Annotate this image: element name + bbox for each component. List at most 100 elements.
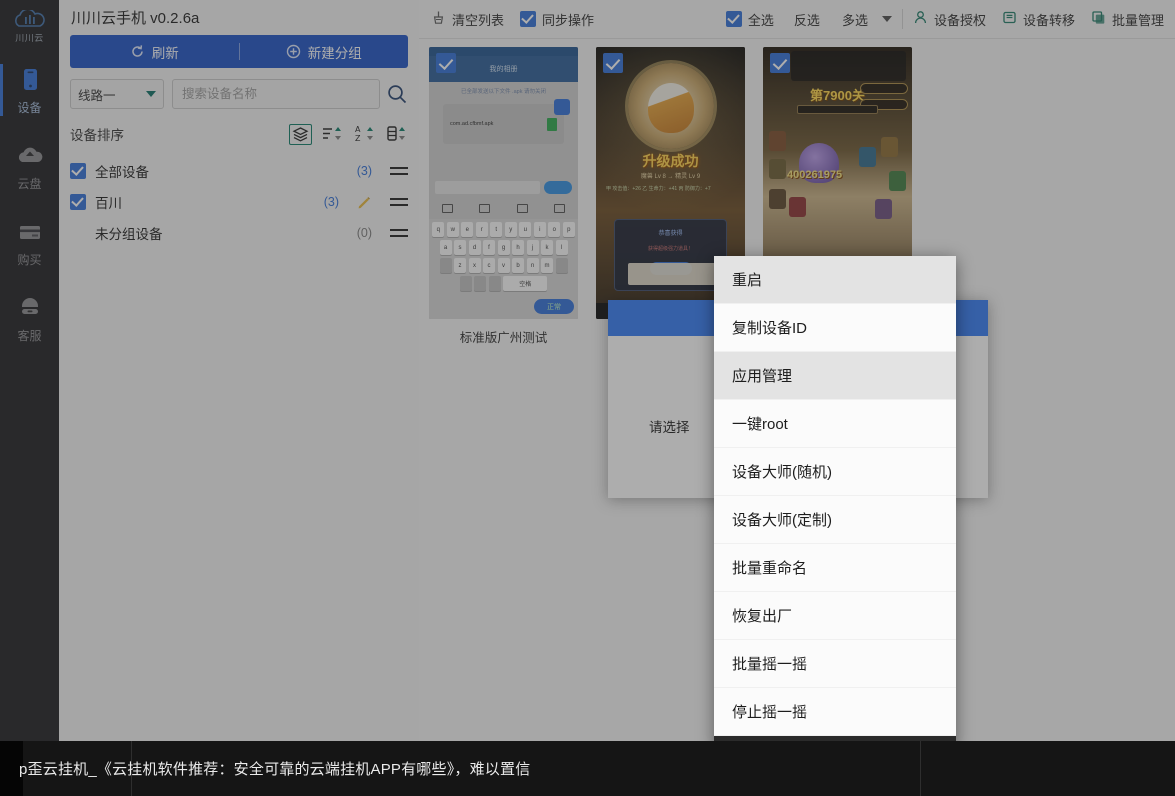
select-all-checkbox[interactable] — [725, 11, 742, 27]
game-dialog-head: 恭喜获得 — [658, 231, 683, 237]
svg-text:A: A — [355, 125, 361, 134]
sort-icon-group: A Z — [289, 123, 408, 145]
drag-handle-icon[interactable] — [390, 227, 408, 239]
group-name: 未分组设备 — [95, 226, 163, 242]
phone-avatar — [554, 99, 570, 115]
route-select[interactable]: 线路一 — [70, 79, 164, 109]
device-select-checkbox[interactable] — [770, 53, 790, 73]
backspace-key-icon — [555, 258, 568, 273]
device-select-checkbox[interactable] — [603, 53, 623, 73]
phone-send-button — [544, 181, 572, 194]
sync-checkbox[interactable] — [520, 11, 537, 27]
group-checkbox[interactable] — [70, 162, 86, 179]
clear-list-button[interactable]: 清空列表 — [431, 10, 504, 29]
group-row-baichuan[interactable]: 百川 (3) — [70, 186, 408, 217]
menu-item-app-manage[interactable]: 应用管理 — [714, 352, 956, 400]
game-dialog-msg: 获得超级强力道具！ — [647, 246, 693, 252]
game-unit — [881, 137, 898, 157]
menu-item-restart[interactable]: 重启 — [714, 256, 956, 304]
key: z — [454, 258, 466, 273]
key: r — [475, 222, 488, 237]
phone-normal-badge: 正常 — [534, 299, 574, 314]
edit-pencil-icon[interactable] — [356, 194, 372, 210]
context-menu: 重启 复制设备ID 应用管理 一键root 设备大师(随机) 设备大师(定制) … — [714, 256, 956, 748]
sort-label: 设备排序 — [70, 128, 124, 143]
rail-item-purchase[interactable]: 购买 — [0, 208, 59, 276]
sidebar-action-bar: 刷新 新建分组 — [70, 35, 408, 68]
cloud-logo-icon — [13, 8, 47, 30]
drag-handle-icon[interactable] — [390, 165, 408, 177]
sync-action-toggle[interactable]: 同步操作 — [520, 10, 594, 29]
rail-item-cloud[interactable]: 云盘 — [0, 132, 59, 200]
chevron-down-icon[interactable] — [881, 16, 892, 22]
game-damage-number: 400261975 — [787, 169, 843, 181]
menu-item-device-master-custom[interactable]: 设备大师(定制) — [714, 496, 956, 544]
game-top-message — [791, 51, 906, 81]
alpha-sort-icon[interactable]: A Z — [353, 124, 376, 145]
device-auth-label: 设备授权 — [933, 12, 986, 28]
search-input[interactable] — [172, 79, 380, 109]
search-icon[interactable] — [386, 83, 408, 105]
sort-row: 设备排序 A Z — [70, 121, 408, 147]
refresh-button[interactable]: 刷新 — [70, 35, 239, 68]
rail-item-support[interactable]: 客服 — [0, 284, 59, 352]
search-wrap — [172, 79, 408, 109]
menu-item-factory-reset[interactable]: 恢复出厂 — [714, 592, 956, 640]
menu-item-batch-rename[interactable]: 批量重命名 — [714, 544, 956, 592]
phone-file-name: com.ad.cfbmf.apk — [450, 120, 494, 127]
refresh-label: 刷新 — [151, 45, 179, 61]
key: x — [468, 258, 481, 273]
key: t — [490, 222, 503, 237]
game-unit — [789, 197, 806, 217]
drag-handle-icon[interactable] — [390, 196, 408, 208]
device-auth-button[interactable]: 设备授权 — [913, 10, 986, 29]
group-count: (0) — [356, 225, 372, 240]
keyboard-row-q: q w e r t y u i o p — [431, 222, 576, 237]
key: h — [512, 240, 524, 255]
game-unit — [875, 199, 892, 219]
transfer-box-icon — [1002, 10, 1017, 28]
group-checkbox[interactable] — [70, 193, 86, 210]
key: y — [504, 222, 517, 237]
list-sort-icon[interactable] — [321, 124, 344, 145]
batch-manage-button[interactable]: 批量管理 — [1091, 10, 1164, 29]
brand-text: 川川云 — [15, 33, 44, 43]
group-name: 百川 — [95, 195, 122, 211]
multi-select-button[interactable]: 多选 — [840, 10, 870, 29]
menu-item-batch-shake[interactable]: 批量摇一摇 — [714, 640, 956, 688]
new-group-button[interactable]: 新建分组 — [240, 35, 409, 68]
phone-input-row — [429, 179, 578, 196]
phone-screen-chat: 我的相册 已全部发送以下文件 .apk 请勿关闭 com.ad.cfbmf.ap… — [429, 47, 578, 319]
new-group-label: 新建分组 — [307, 45, 362, 61]
group-count: (3) — [323, 194, 339, 209]
group-row-ungrouped[interactable]: 未分组设备 (0) — [70, 217, 408, 248]
group-row-all[interactable]: 全部设备 (3) — [70, 155, 408, 186]
device-sort-icon[interactable] — [385, 124, 408, 145]
group-checkbox[interactable] — [70, 225, 86, 241]
select-all-toggle[interactable]: 全选 — [725, 10, 774, 29]
menu-item-copy-device-id[interactable]: 复制设备ID — [714, 304, 956, 352]
apk-file-icon — [547, 117, 557, 131]
rail-label-device: 设备 — [17, 100, 42, 115]
menu-item-device-master-random[interactable]: 设备大师(随机) — [714, 448, 956, 496]
invert-selection-button[interactable]: 反选 — [792, 10, 822, 29]
pet-avatar — [647, 83, 694, 133]
device-card[interactable]: 我的相册 已全部发送以下文件 .apk 请勿关闭 com.ad.cfbmf.ap… — [429, 47, 578, 346]
device-screen-preview[interactable]: 我的相册 已全部发送以下文件 .apk 请勿关闭 com.ad.cfbmf.ap… — [429, 47, 578, 319]
device-select-checkbox[interactable] — [436, 53, 456, 73]
phone-tool-icon — [516, 203, 528, 213]
key: a — [439, 240, 452, 255]
bottom-caption-text: p歪云挂机_《云挂机软件推荐：安全可靠的云端挂机APP有哪些》，难以置信 — [19, 761, 531, 778]
main-toolbar: 清空列表 同步操作 全选 反选 多选 设备授权 设备转移 批量管理 — [419, 0, 1175, 39]
key: s — [454, 240, 466, 255]
game-unit — [769, 159, 786, 179]
key: o — [548, 222, 561, 237]
menu-item-stop-shake[interactable]: 停止摇一摇 — [714, 688, 956, 736]
menu-item-one-click-root[interactable]: 一键root — [714, 400, 956, 448]
rail-item-device[interactable]: 设备 — [0, 56, 59, 124]
device-transfer-button[interactable]: 设备转移 — [1002, 10, 1075, 29]
dialog-label: 请选择 — [649, 420, 690, 435]
group-count: (3) — [356, 163, 372, 178]
layers-sort-icon[interactable] — [289, 123, 312, 145]
key: f — [483, 240, 495, 255]
